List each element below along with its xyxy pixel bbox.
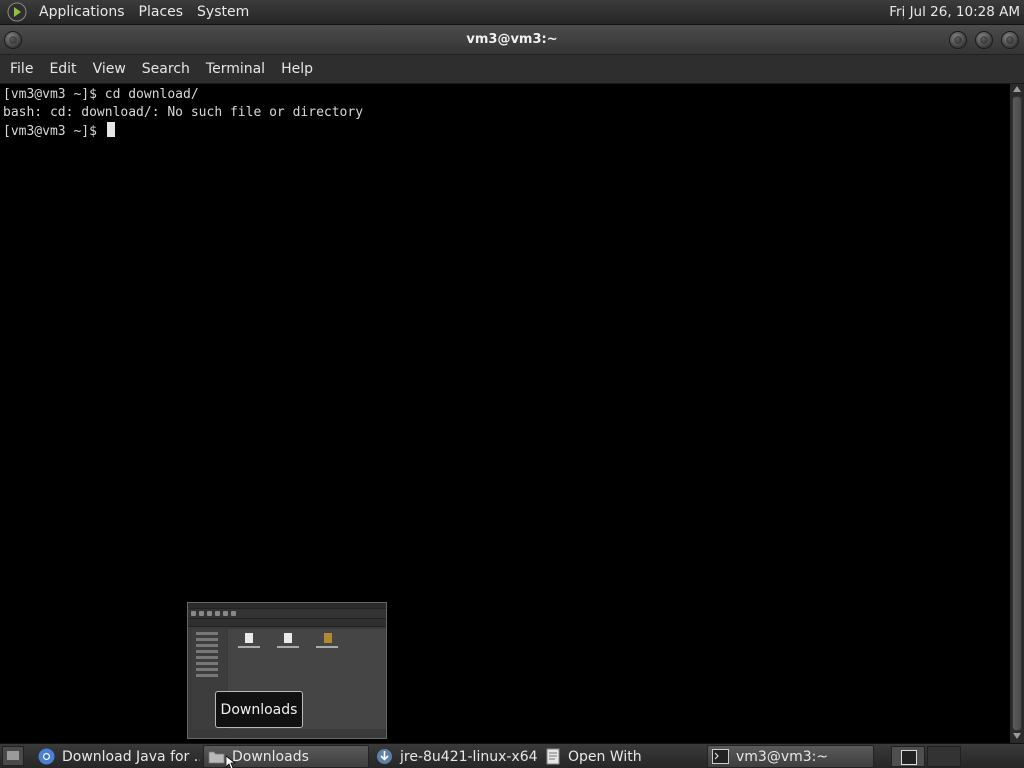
- taskbar-item-open-with[interactable]: Open With: [540, 745, 706, 768]
- scroll-up-arrow-icon[interactable]: [1013, 86, 1021, 92]
- menu-search[interactable]: Search: [134, 55, 198, 84]
- workspace-2-button[interactable]: [927, 746, 961, 767]
- terminal-line: [vm3@vm3 ~]$ cd download/: [3, 87, 199, 102]
- window-titlebar[interactable]: vm3@vm3:~: [0, 25, 1024, 55]
- window-menu-icon[interactable]: [4, 31, 22, 49]
- taskbar-item-terminal[interactable]: vm3@vm3:~: [707, 745, 874, 768]
- download-icon: [376, 748, 393, 765]
- preview-tooltip: Downloads: [215, 691, 303, 728]
- window-title: vm3@vm3:~: [466, 32, 558, 47]
- terminal-prompt: [vm3@vm3 ~]$: [3, 124, 105, 139]
- menu-places[interactable]: Places: [132, 0, 191, 25]
- menu-help[interactable]: Help: [273, 55, 321, 84]
- workspace-1-button[interactable]: [891, 746, 925, 767]
- terminal-menubar: File Edit View Search Terminal Help: [0, 55, 1024, 84]
- terminal-icon: [712, 748, 729, 765]
- terminal-line: bash: cd: download/: No such file or dir…: [3, 105, 364, 120]
- menu-terminal[interactable]: Terminal: [198, 55, 273, 84]
- terminal-scrollbar[interactable]: [1010, 84, 1024, 743]
- show-desktop-button[interactable]: [2, 746, 24, 766]
- maximize-button[interactable]: [975, 31, 993, 49]
- mouse-pointer-icon: [225, 755, 237, 768]
- scrollbar-thumb[interactable]: [1012, 96, 1022, 731]
- menu-system[interactable]: System: [190, 0, 256, 25]
- chrome-icon: [38, 748, 55, 765]
- document-icon: [544, 748, 561, 765]
- close-button[interactable]: [1001, 31, 1019, 49]
- taskbar-item-label: Downloads: [232, 748, 309, 765]
- bottom-taskbar: Download Java for ... Downloads jre-8u42…: [0, 743, 1024, 768]
- taskbar-item-label: jre-8u421-linux-x64...: [400, 748, 538, 765]
- terminal-output[interactable]: [vm3@vm3 ~]$ cd download/ bash: cd: down…: [0, 84, 1010, 743]
- menu-edit[interactable]: Edit: [41, 55, 84, 84]
- taskbar-item-label: vm3@vm3:~: [736, 748, 829, 765]
- taskbar-item-java-download[interactable]: Download Java for ...: [34, 745, 200, 768]
- taskbar-item-jre-download[interactable]: jre-8u421-linux-x64...: [372, 745, 538, 768]
- menu-view[interactable]: View: [85, 55, 134, 84]
- terminal-prompt-line[interactable]: [vm3@vm3 ~]$: [3, 122, 1007, 141]
- top-panel: Applications Places System Fri Jul 26, 1…: [0, 0, 1024, 25]
- menu-applications[interactable]: Applications: [32, 0, 132, 25]
- taskbar-item-label: Download Java for ...: [62, 748, 200, 765]
- folder-icon: [208, 748, 225, 765]
- text-cursor: [106, 122, 115, 137]
- minimize-button[interactable]: [949, 31, 967, 49]
- scroll-down-arrow-icon[interactable]: [1013, 733, 1021, 739]
- gnome-foot-icon[interactable]: [6, 1, 28, 23]
- taskbar-item-label: Open With: [568, 748, 642, 765]
- menu-file[interactable]: File: [2, 55, 41, 84]
- clock[interactable]: Fri Jul 26, 10:28 AM: [889, 0, 1020, 25]
